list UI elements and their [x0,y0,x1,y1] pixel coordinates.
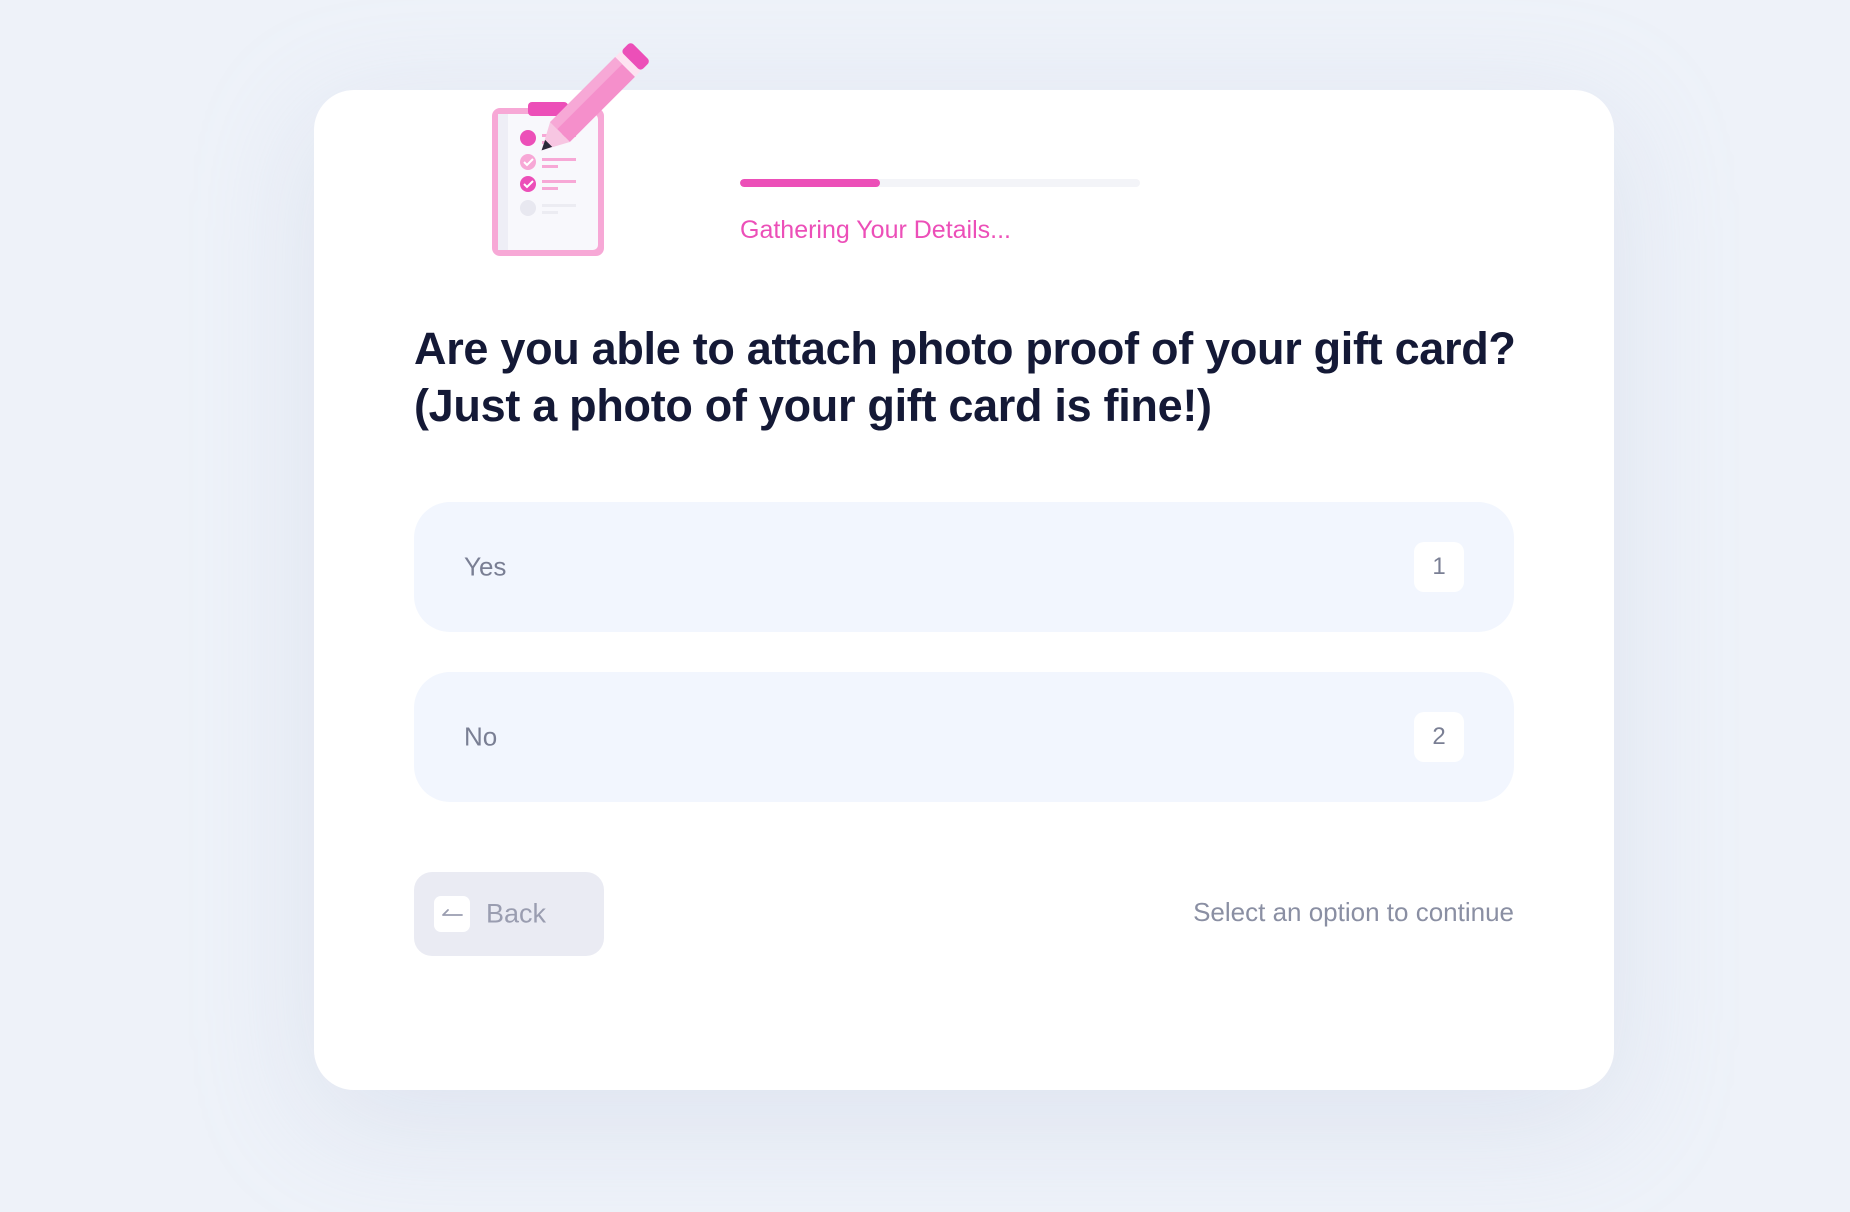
clipboard-checklist-pencil-icon [484,38,684,268]
question-title: Are you able to attach photo proof of yo… [414,320,1534,434]
progress-label: Gathering Your Details... [740,216,1011,244]
back-button[interactable]: Back [414,872,604,956]
back-button-label: Back [486,898,547,929]
progress-bar-fill [740,179,880,187]
arrow-left-icon [434,896,470,932]
progress-bar [740,179,1140,187]
option-shortcut-key: 2 [1414,712,1464,762]
option-yes[interactable]: Yes 1 [414,502,1514,632]
continue-hint: Select an option to continue [1193,897,1514,927]
option-label: Yes [464,551,507,582]
question-line-1: Are you able to attach photo proof of yo… [414,323,1516,374]
option-label: No [464,721,498,752]
option-shortcut-key: 1 [1414,542,1464,592]
question-line-2: (Just a photo of your gift card is fine!… [414,380,1212,431]
question-card: Gathering Your Details... Are you able t… [314,43,1614,1090]
option-no[interactable]: No 2 [414,672,1514,802]
